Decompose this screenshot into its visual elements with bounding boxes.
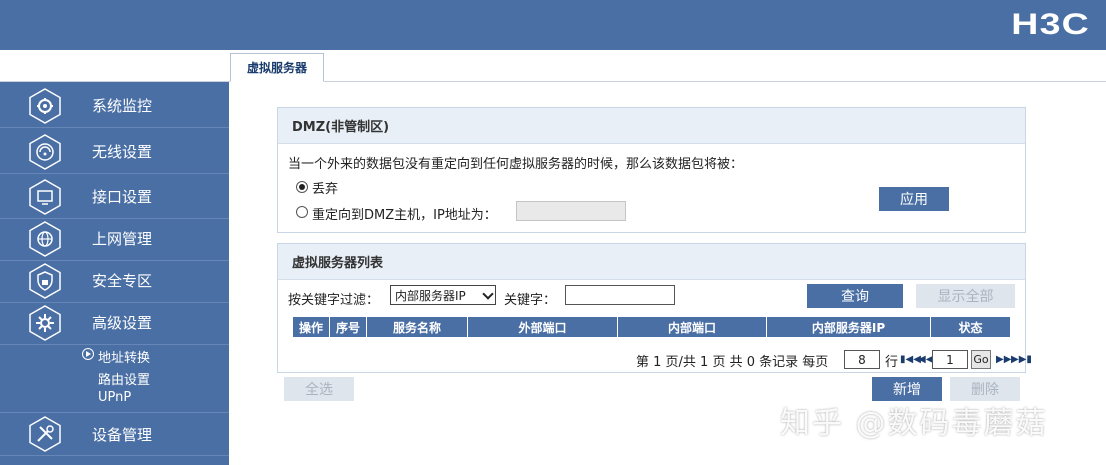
sidebar-sub-item-nat[interactable]: 地址转换 [98, 347, 150, 366]
sidebar-item-interface[interactable]: 接口设置 [0, 175, 229, 219]
dmz-ip-input[interactable] [516, 201, 626, 221]
sidebar-item-system-monitor[interactable]: 系统监控 [0, 84, 229, 128]
column-header: 内部服务器IP [767, 317, 931, 337]
server-list-panel: 虚拟服务器列表 按关键字过滤： 内部服务器IP 关键字： 查询 显示全部 操作 … [277, 243, 1032, 373]
column-header: 状态 [958, 320, 983, 335]
sidebar-item-device[interactable]: 设备管理 [0, 412, 229, 456]
top-header: H3C [0, 0, 1106, 50]
sidebar: 系统监控 无线设置 接口设置 上网管理 安全专区 高级设置 地址转换 路由设置 … [0, 82, 229, 465]
query-button[interactable]: 查询 [807, 284, 903, 308]
filter-label: 按关键字过滤： [288, 293, 380, 308]
last-page-icon[interactable]: ▶▶▮ [1011, 354, 1032, 365]
sidebar-sub-item-routing[interactable]: 路由设置 [98, 369, 150, 388]
column-header: 服务名称 [367, 317, 468, 337]
wifi-icon [26, 133, 64, 171]
sidebar-item-label: 上网管理 [92, 230, 153, 248]
keyword-input[interactable] [565, 285, 675, 305]
shield-lock-icon [26, 262, 64, 300]
column-header: 操作 [293, 317, 330, 337]
page-number-input[interactable]: 1 [932, 350, 968, 369]
chevron-down-icon [482, 288, 494, 300]
redirect-radio[interactable] [296, 206, 308, 218]
go-button[interactable]: Go [971, 350, 991, 369]
dmz-description: 当一个外来的数据包没有重定向到任何虚拟服务器的时候，那么该数据包将被： [288, 157, 744, 172]
sidebar-item-advanced[interactable]: 高级设置 [0, 301, 229, 345]
per-page-input[interactable]: 8 [844, 350, 880, 369]
sidebar-item-label: 系统监控 [92, 97, 153, 115]
tools-icon [26, 415, 64, 453]
keyword-label: 关键字： [504, 293, 557, 308]
gear-icon [26, 304, 64, 342]
gear-gauge-icon [26, 87, 64, 125]
sidebar-item-label: 安全专区 [92, 272, 153, 290]
drop-radio[interactable] [296, 181, 308, 193]
apply-button[interactable]: 应用 [879, 187, 949, 211]
watermark: 知乎 @数码毒蘑菇 [780, 406, 1048, 441]
column-header: 内部端口 [618, 317, 767, 337]
tab-virtual-server[interactable]: 虚拟服务器 [230, 53, 324, 82]
server-list-title: 虚拟服务器列表 [278, 244, 1025, 280]
column-header: 外部端口 [468, 317, 618, 337]
sidebar-item-security[interactable]: 安全专区 [0, 259, 229, 303]
table-header: 操作 序号 服务名称 外部端口 内部端口 内部服务器IP 状态 [293, 317, 1010, 337]
select-all-button[interactable]: 全选 [284, 377, 354, 401]
sidebar-item-wireless[interactable]: 无线设置 [0, 130, 229, 174]
per-page-unit: 行 [885, 355, 899, 370]
sidebar-item-label: 无线设置 [92, 143, 153, 161]
column-header: 序号 [330, 317, 367, 337]
sidebar-item-label: 设备管理 [92, 425, 153, 444]
sidebar-item-label: 高级设置 [92, 314, 153, 332]
filter-select[interactable]: 内部服务器IP [390, 285, 496, 305]
sidebar-item-internet[interactable]: 上网管理 [0, 217, 229, 261]
pager-summary: 第 1 页/共 1 页 共 0 条记录 每页 [636, 355, 829, 370]
tab-bar: 虚拟服务器 [0, 50, 1106, 82]
dmz-panel: DMZ(非管制区) 当一个外来的数据包没有重定向到任何虚拟服务器的时候，那么该数… [277, 107, 1026, 233]
expand-arrow-icon [82, 348, 94, 360]
next-page-icon[interactable]: ▶▶ [996, 354, 1011, 365]
sidebar-item-label: 接口设置 [92, 188, 153, 206]
redirect-radio-label: 重定向到DMZ主机，IP地址为： [312, 208, 497, 223]
brand-logo: H3C [1011, 8, 1090, 41]
sidebar-sub-item-upnp[interactable]: UPnP [98, 390, 131, 405]
globe-icon [26, 220, 64, 258]
drop-radio-label: 丢弃 [312, 182, 339, 197]
filter-select-value: 内部服务器IP [395, 288, 466, 303]
monitor-icon [26, 178, 64, 216]
dmz-title: DMZ(非管制区) [278, 108, 1025, 144]
show-all-button[interactable]: 显示全部 [916, 284, 1015, 308]
